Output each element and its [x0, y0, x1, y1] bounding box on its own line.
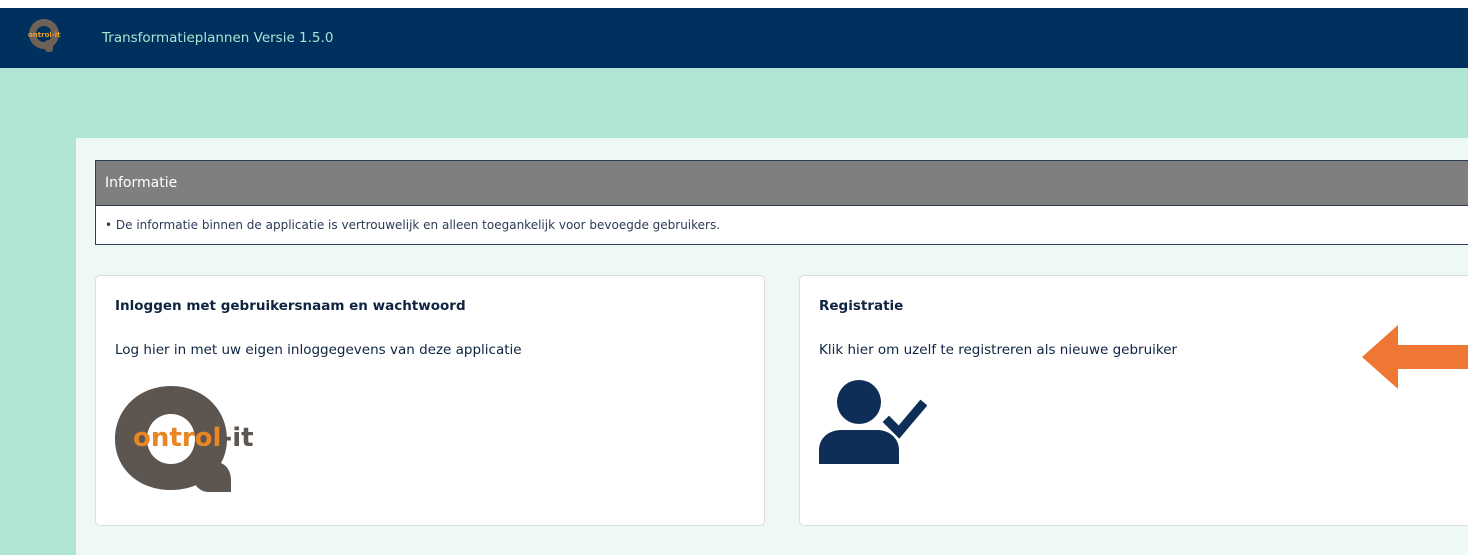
login-card-text: Log hier in met uw eigen inloggegevens v…: [115, 342, 522, 358]
arrow-left-icon: [1362, 325, 1468, 389]
app-logo-icon[interactable]: ontrol-it: [26, 16, 66, 56]
login-card[interactable]: Inloggen met gebruikersnaam en wachtwoor…: [95, 275, 765, 526]
register-card-text: Klik hier om uzelf te registreren als ni…: [819, 342, 1178, 358]
info-panel: Informatie • De informatie binnen de app…: [95, 160, 1468, 245]
svg-text:ontrol-it: ontrol-it: [133, 423, 254, 453]
info-panel-message: • De informatie binnen de applicatie is …: [105, 218, 721, 232]
login-card-title: Inloggen met gebruikersnaam en wachtwoor…: [115, 298, 466, 314]
register-card[interactable]: Registratie Klik hier om uzelf te regist…: [799, 275, 1468, 526]
app-title[interactable]: Transformatieplannen Versie 1.5.0: [102, 8, 333, 68]
top-navbar: ontrol-it Transformatieplannen Versie 1.…: [0, 8, 1468, 68]
info-panel-heading: Informatie: [96, 161, 1468, 206]
svg-text:ontrol-it: ontrol-it: [28, 31, 61, 39]
control-it-logo-icon[interactable]: ontrol-it: [113, 384, 263, 494]
user-check-icon[interactable]: [817, 376, 927, 466]
register-card-title: Registratie: [819, 298, 904, 314]
